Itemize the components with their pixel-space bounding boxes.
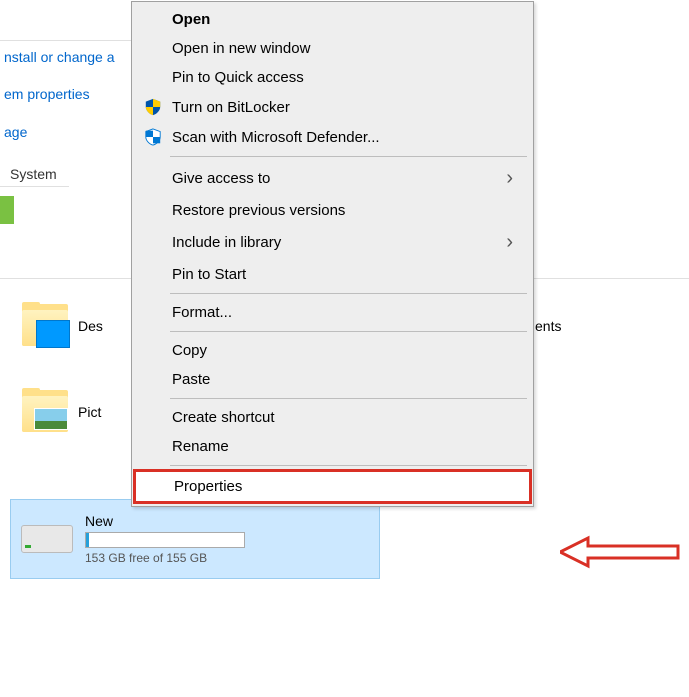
- menu-separator: [170, 398, 527, 399]
- menu-properties-label: Properties: [170, 478, 525, 495]
- desktop-label: Des: [78, 318, 103, 334]
- menu-include-library-label: Include in library: [168, 234, 506, 251]
- menu-pin-start-label: Pin to Start: [168, 266, 527, 283]
- menu-open[interactable]: Open: [134, 5, 531, 34]
- documents-label: ents: [535, 318, 561, 334]
- menu-format-label: Format...: [168, 304, 527, 321]
- drive-info: New 153 GB free of 155 GB: [85, 513, 371, 565]
- chevron-right-icon: ›: [506, 231, 527, 254]
- menu-separator: [170, 465, 527, 466]
- menu-include-library[interactable]: Include in library ›: [134, 225, 531, 260]
- menu-open-label: Open: [168, 11, 527, 28]
- menu-open-new-window-label: Open in new window: [168, 40, 527, 57]
- defender-shield-icon: [138, 128, 168, 146]
- annotation-arrow: [560, 534, 680, 570]
- menu-rename[interactable]: Rename: [134, 432, 531, 461]
- properties-link[interactable]: em properties: [0, 78, 140, 110]
- menu-separator: [170, 156, 527, 157]
- menu-create-shortcut[interactable]: Create shortcut: [134, 403, 531, 432]
- menu-give-access-label: Give access to: [168, 170, 506, 187]
- menu-paste-label: Paste: [168, 371, 527, 388]
- drive-free-text: 153 GB free of 155 GB: [85, 551, 371, 565]
- folder-icon: [22, 302, 70, 350]
- drive-item[interactable]: New 153 GB free of 155 GB: [10, 499, 380, 579]
- menu-format[interactable]: Format...: [134, 298, 531, 327]
- menu-defender-label: Scan with Microsoft Defender...: [168, 129, 527, 146]
- system-tab[interactable]: System: [0, 162, 69, 187]
- menu-pin-to-start[interactable]: Pin to Start: [134, 260, 531, 289]
- desktop-folder[interactable]: Des: [22, 302, 103, 350]
- toolbar-fragment-3: age: [0, 116, 140, 148]
- menu-rename-label: Rename: [168, 438, 527, 455]
- drive-title: New: [85, 513, 371, 529]
- menu-separator: [170, 331, 527, 332]
- menu-copy[interactable]: Copy: [134, 336, 531, 365]
- menu-turn-on-bitlocker[interactable]: Turn on BitLocker: [134, 92, 531, 122]
- pictures-label: Pict: [78, 404, 101, 420]
- menu-separator: [170, 293, 527, 294]
- toolbar-fragment: nstall or change a: [0, 40, 140, 73]
- drive-space-bar: [85, 532, 245, 548]
- menu-pin-quick-access-label: Pin to Quick access: [168, 69, 527, 86]
- menu-paste[interactable]: Paste: [134, 365, 531, 394]
- menu-scan-defender[interactable]: Scan with Microsoft Defender...: [134, 122, 531, 152]
- chevron-right-icon: ›: [506, 167, 527, 190]
- selection-bar: [0, 196, 14, 224]
- menu-pin-quick-access[interactable]: Pin to Quick access: [134, 63, 531, 92]
- menu-properties[interactable]: Properties: [133, 469, 532, 504]
- folder-icon: [22, 388, 70, 436]
- menu-bitlocker-label: Turn on BitLocker: [168, 99, 527, 116]
- manage-link[interactable]: age: [0, 116, 140, 148]
- menu-restore-label: Restore previous versions: [168, 202, 527, 219]
- pictures-folder[interactable]: Pict: [22, 388, 101, 436]
- menu-give-access-to[interactable]: Give access to ›: [134, 161, 531, 196]
- shield-icon: [138, 98, 168, 116]
- menu-copy-label: Copy: [168, 342, 527, 359]
- menu-shortcut-label: Create shortcut: [168, 409, 527, 426]
- context-menu: Open Open in new window Pin to Quick acc…: [131, 1, 534, 507]
- drive-icon: [19, 519, 75, 559]
- menu-open-new-window[interactable]: Open in new window: [134, 34, 531, 63]
- menu-restore-previous[interactable]: Restore previous versions: [134, 196, 531, 225]
- install-link[interactable]: nstall or change a: [0, 41, 140, 73]
- toolbar-fragment-2: em properties: [0, 78, 140, 110]
